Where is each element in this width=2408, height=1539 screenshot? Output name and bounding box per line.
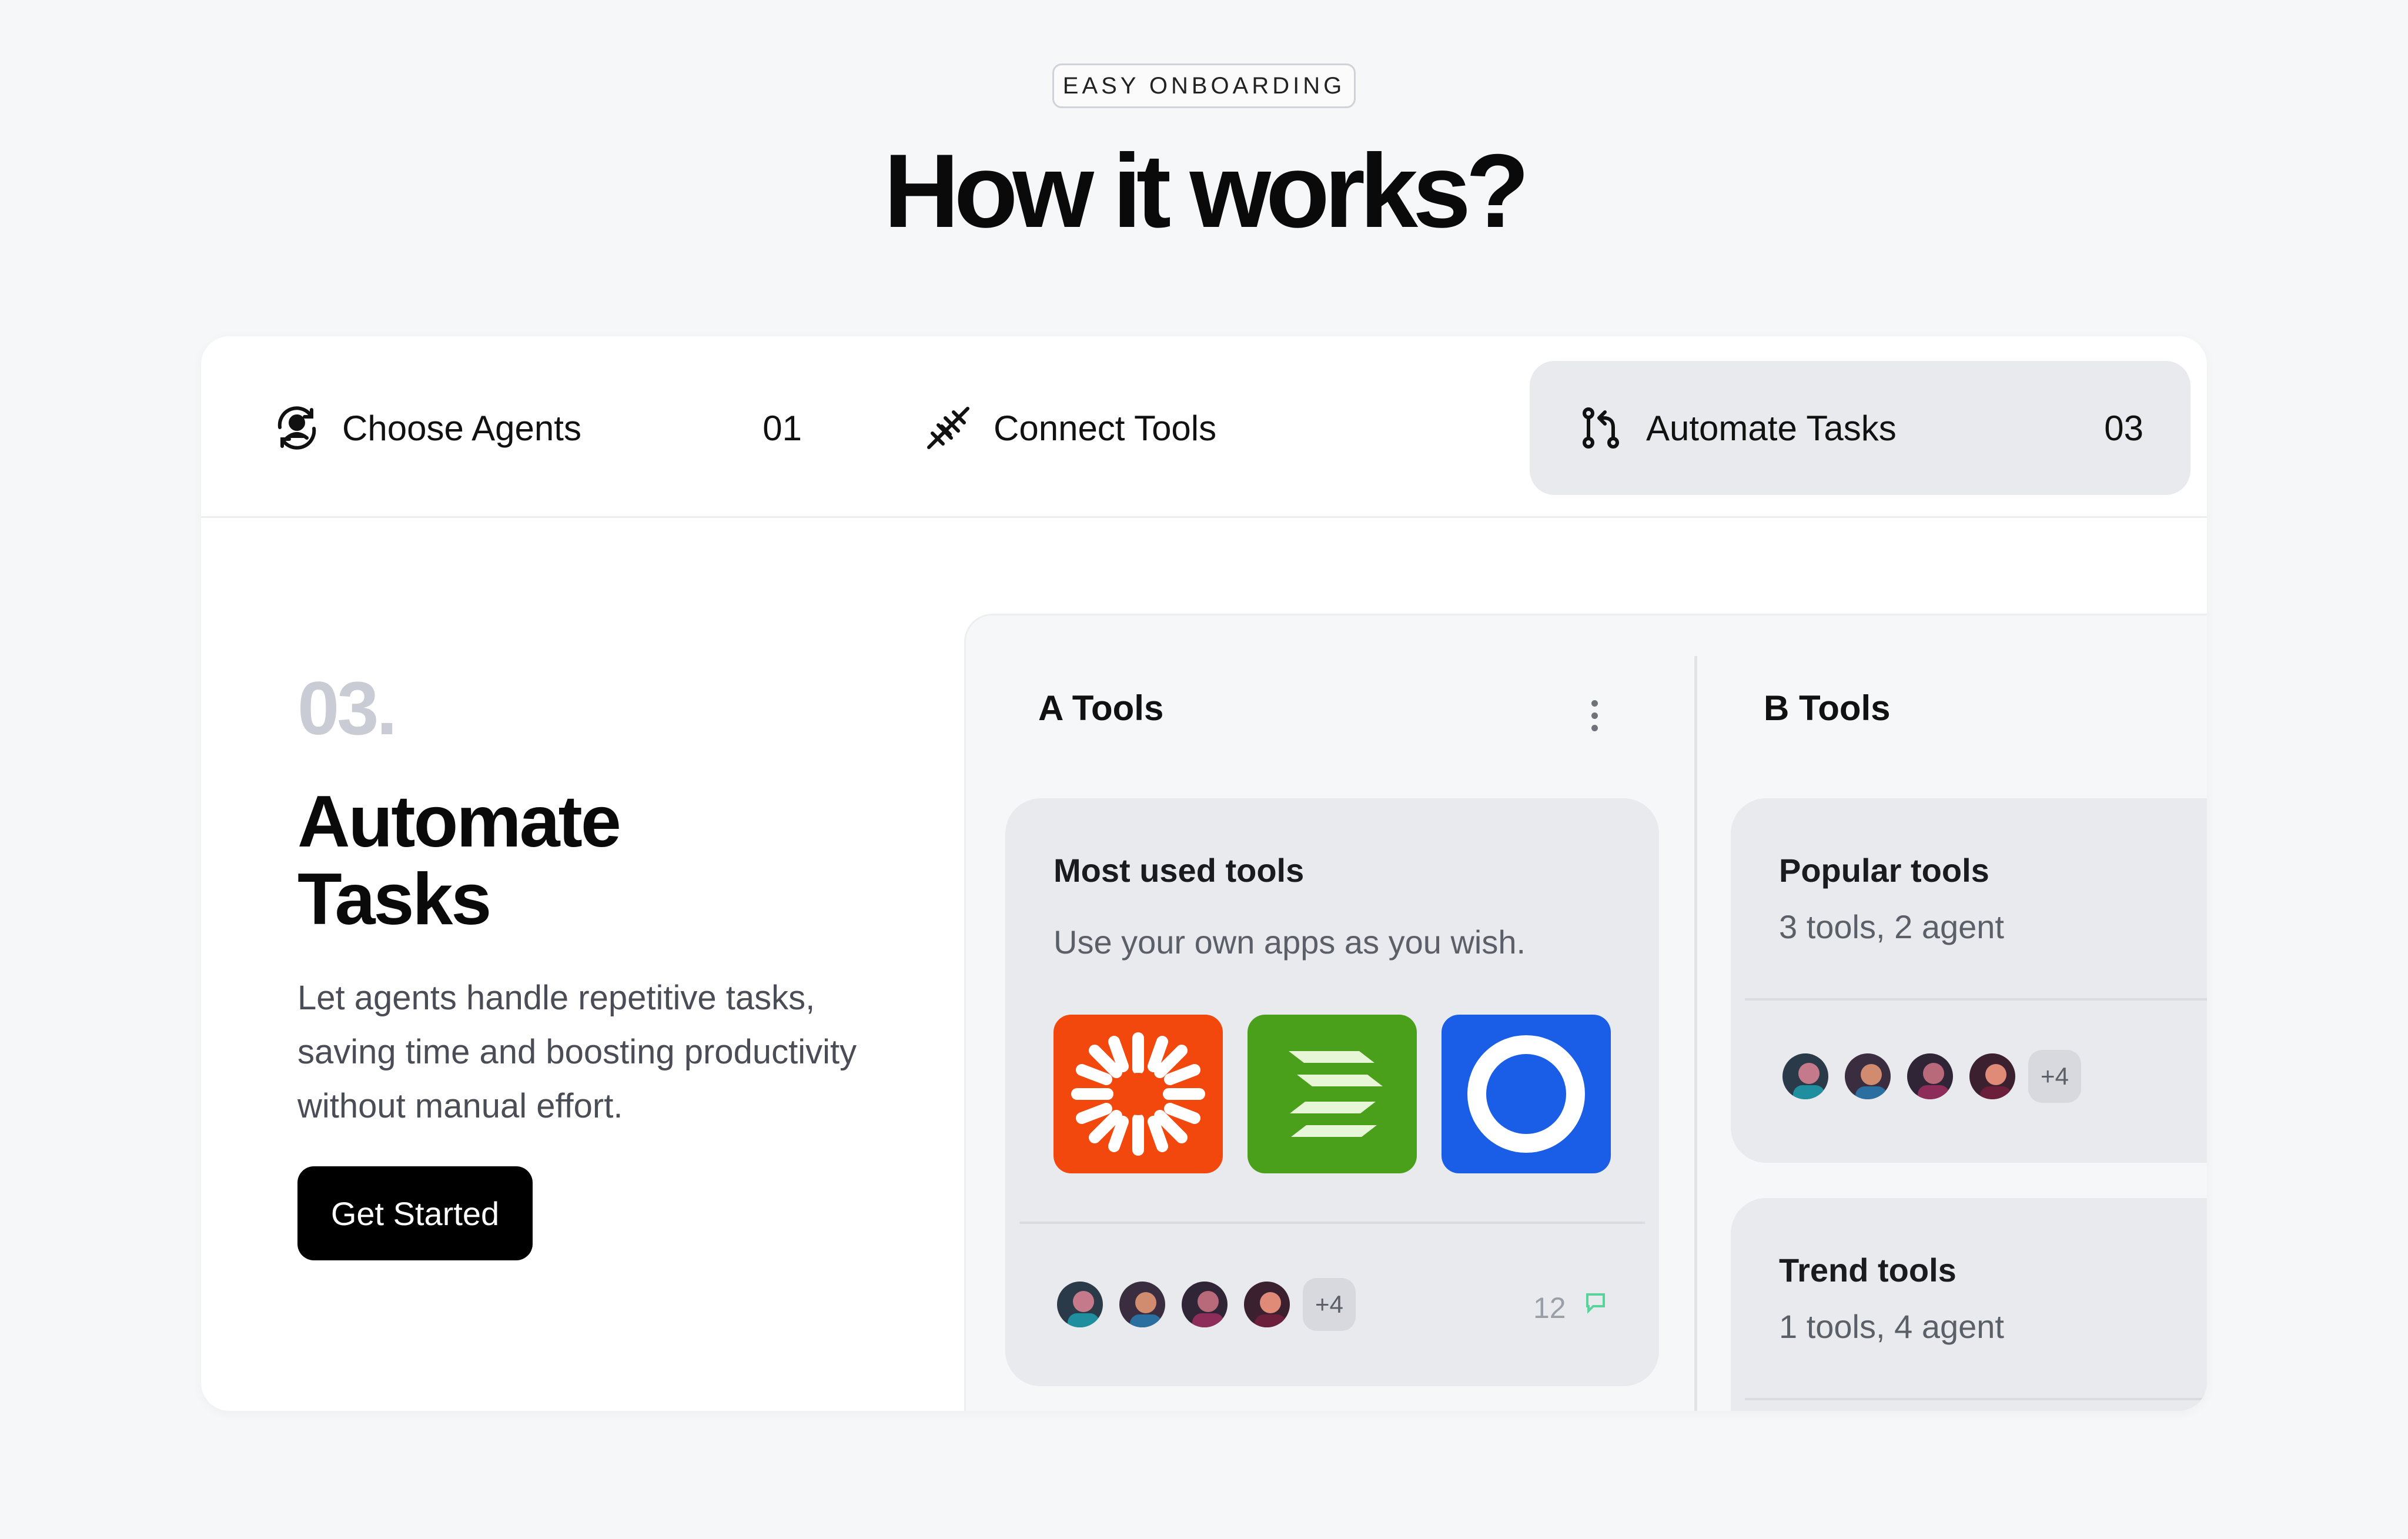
tab-choose-agents[interactable]: Choose Agents 01 (226, 361, 849, 495)
card-subtitle: 1 tools, 4 agent (1779, 1308, 2004, 1345)
get-started-button[interactable]: Get Started (297, 1166, 533, 1260)
card-divider (1745, 1398, 2207, 1400)
trend-tools-card[interactable]: Trend tools 1 tools, 4 agent (1731, 1198, 2207, 1411)
more-avatars-badge[interactable]: +4 (2028, 1050, 2081, 1103)
column-divider (1694, 656, 1697, 1411)
page-title: How it works? (884, 132, 1530, 249)
agent-swap-icon (273, 404, 321, 452)
card-title: Most used tools (1054, 852, 1305, 889)
step-number: 03. (297, 667, 397, 751)
card-subtitle: Use your own apps as you wish. (1054, 924, 1526, 961)
step-tabs: Choose Agents 01 Connect Tools 02 (201, 336, 2207, 518)
agent-avatars: +4 (1054, 1278, 1356, 1331)
section-badge: EASY ONBOARDING (1052, 63, 1356, 108)
avatar[interactable] (1116, 1278, 1169, 1331)
avatar[interactable] (1178, 1278, 1231, 1331)
more-options-icon[interactable] (1583, 695, 1606, 736)
tab-automate-tasks[interactable]: Automate Tasks 03 (1530, 361, 2190, 495)
plug-connect-icon (924, 404, 972, 452)
card-divider (1745, 998, 2207, 1001)
avatar[interactable] (1240, 1278, 1293, 1331)
most-used-tools-card[interactable]: Most used tools Use your own apps as you… (1005, 798, 1659, 1386)
card-subtitle: 3 tools, 2 agent (1779, 908, 2004, 945)
flow-branch-icon (1577, 404, 1625, 452)
comment-count: 12 (1533, 1292, 1566, 1324)
agent-avatars: +4 (1779, 1050, 2081, 1103)
popular-tools-card[interactable]: Popular tools 3 tools, 2 agent +4 (1731, 798, 2207, 1163)
more-avatars-badge[interactable]: +4 (1303, 1278, 1356, 1331)
card-title: Trend tools (1779, 1252, 1956, 1289)
comment-icon[interactable] (1583, 1290, 1608, 1316)
avatar[interactable] (1966, 1050, 2019, 1103)
column-b-title: B Tools (1764, 688, 1891, 728)
avatar[interactable] (1779, 1050, 1832, 1103)
ring-app-icon[interactable] (1442, 1015, 1611, 1173)
avatar[interactable] (1841, 1050, 1894, 1103)
card-divider (1019, 1222, 1645, 1224)
card-title: Popular tools (1779, 852, 1989, 889)
step-title: Automate Tasks (297, 781, 621, 940)
how-it-works-card: Choose Agents 01 Connect Tools 02 (201, 336, 2207, 1411)
stripes-app-icon[interactable] (1248, 1015, 1417, 1173)
sunburst-app-icon[interactable] (1054, 1015, 1223, 1173)
avatar[interactable] (1054, 1278, 1106, 1331)
column-a-title: A Tools (1038, 688, 1164, 728)
avatar[interactable] (1904, 1050, 1956, 1103)
step-description: Let agents handle repetitive tasks, savi… (297, 979, 857, 1125)
